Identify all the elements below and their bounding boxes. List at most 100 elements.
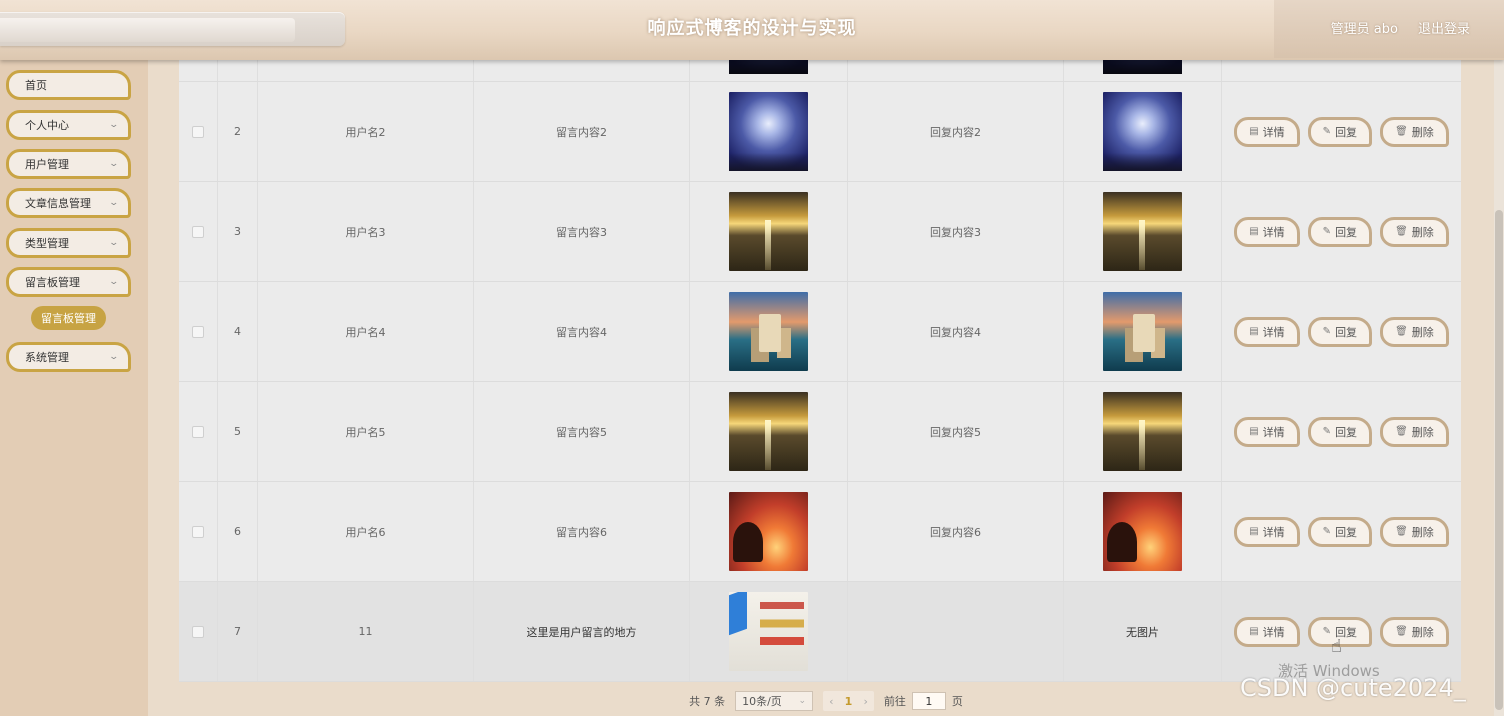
detail-button[interactable]: ▤ 详情 bbox=[1234, 616, 1300, 647]
delete-button[interactable]: 🗑 删除 bbox=[1380, 616, 1449, 647]
page-navigator: ‹ 1 › bbox=[823, 691, 874, 711]
table-row: 3 用户名3 留言内容3 回复内容3 ▤ 详情 ✎ 回复 🗑 删除 bbox=[179, 182, 1461, 282]
chevron-down-icon: ⌄ bbox=[108, 277, 120, 287]
detail-button[interactable]: ▤ 详情 bbox=[1234, 416, 1300, 447]
table-row: 2 用户名2 留言内容2 回复内容2 ▤ 详情 ✎ 回复 🗑 删除 bbox=[179, 82, 1461, 182]
message-image[interactable] bbox=[729, 392, 808, 471]
message-image[interactable] bbox=[729, 592, 808, 671]
scrollbar[interactable] bbox=[1494, 60, 1504, 716]
reply-button[interactable]: ✎ 回复 bbox=[1307, 416, 1373, 447]
table-row: 7 11 这里是用户留言的地方 无图片 ▤ 详情 ✎ 回复 🗑 删除 bbox=[179, 582, 1461, 682]
page-jump-input[interactable] bbox=[911, 692, 946, 710]
delete-button[interactable]: 🗑 删除 bbox=[1380, 416, 1449, 447]
row-index: 7 bbox=[218, 582, 258, 681]
row-reply: 回复内容5 bbox=[848, 382, 1064, 481]
scrollbar-thumb[interactable] bbox=[1495, 210, 1503, 710]
row-checkbox[interactable] bbox=[192, 325, 204, 338]
row-username: 用户名4 bbox=[258, 282, 474, 381]
row-index: 4 bbox=[218, 282, 258, 381]
csdn-watermark: CSDN @cute2024_ bbox=[1240, 674, 1466, 702]
trash-icon: 🗑 bbox=[1395, 426, 1408, 437]
edit-icon: ✎ bbox=[1322, 526, 1332, 537]
sidebar-item-label: 文章信息管理 bbox=[25, 197, 91, 210]
sidebar-item-label: 个人中心 bbox=[25, 119, 69, 132]
logout-link[interactable]: 退出登录 bbox=[1418, 18, 1470, 37]
sidebar-item-message-board[interactable]: 留言板管理 ⌄ bbox=[6, 267, 131, 297]
table-row: 5 用户名5 留言内容5 回复内容5 ▤ 详情 ✎ 回复 🗑 删除 bbox=[179, 382, 1461, 482]
row-username: 用户名2 bbox=[258, 82, 474, 181]
submenu-item-message-board-management[interactable]: 留言板管理 bbox=[31, 306, 106, 330]
chevron-down-icon: ⌄ bbox=[108, 120, 120, 130]
row-message: 留言内容5 bbox=[474, 382, 690, 481]
page-size-select[interactable]: 10条/页 ⌄ bbox=[735, 691, 814, 711]
detail-button[interactable]: ▤ 详情 bbox=[1234, 316, 1300, 347]
reply-image[interactable] bbox=[1103, 192, 1182, 271]
chevron-down-icon: ⌄ bbox=[108, 238, 120, 248]
row-checkbox[interactable] bbox=[192, 525, 204, 538]
row-username: 用户名6 bbox=[258, 482, 474, 581]
row-username: 用户名3 bbox=[258, 182, 474, 281]
trash-icon: 🗑 bbox=[1395, 126, 1408, 137]
row-message: 留言内容4 bbox=[474, 282, 690, 381]
trash-icon: 🗑 bbox=[1395, 326, 1408, 337]
delete-button[interactable]: 🗑 删除 bbox=[1380, 116, 1449, 147]
main-content: 2 用户名2 留言内容2 回复内容2 ▤ 详情 ✎ 回复 🗑 删除 3 用户名3 留言… bbox=[148, 50, 1504, 716]
next-page-icon[interactable]: › bbox=[864, 695, 868, 708]
document-icon: ▤ bbox=[1249, 626, 1259, 637]
row-message: 留言内容3 bbox=[474, 182, 690, 281]
chevron-down-icon: ⌄ bbox=[798, 696, 807, 706]
prev-page-icon[interactable]: ‹ bbox=[829, 695, 833, 708]
row-index: 2 bbox=[218, 82, 258, 181]
sidebar-item-article-management[interactable]: 文章信息管理 ⌄ bbox=[6, 188, 131, 218]
sidebar-item-label: 留言板管理 bbox=[25, 276, 80, 289]
reply-image[interactable] bbox=[1103, 292, 1182, 371]
message-image[interactable] bbox=[729, 92, 808, 171]
detail-button[interactable]: ▤ 详情 bbox=[1234, 216, 1300, 247]
reply-image[interactable] bbox=[1103, 492, 1182, 571]
delete-button[interactable]: 🗑 删除 bbox=[1380, 216, 1449, 247]
edit-icon: ✎ bbox=[1322, 226, 1332, 237]
edit-icon: ✎ bbox=[1322, 126, 1332, 137]
row-reply: 回复内容6 bbox=[848, 482, 1064, 581]
document-icon: ▤ bbox=[1249, 526, 1259, 537]
sidebar-item-system-management[interactable]: 系统管理 ⌄ bbox=[6, 342, 131, 372]
sidebar: 首页 个人中心 ⌄ 用户管理 ⌄ 文章信息管理 ⌄ 类型管理 ⌄ 留言板管理 ⌄… bbox=[0, 60, 148, 716]
sidebar-item-user-management[interactable]: 用户管理 ⌄ bbox=[6, 149, 131, 179]
reply-button[interactable]: ✎ 回复 bbox=[1307, 116, 1373, 147]
reply-button[interactable]: ✎ 回复 bbox=[1307, 316, 1373, 347]
sidebar-item-type-management[interactable]: 类型管理 ⌄ bbox=[6, 228, 131, 258]
sidebar-item-home[interactable]: 首页 bbox=[6, 70, 131, 100]
reply-image[interactable] bbox=[1103, 392, 1182, 471]
row-checkbox[interactable] bbox=[192, 125, 204, 138]
reply-button[interactable]: ✎ 回复 bbox=[1307, 516, 1373, 547]
page-jump: 前往 页 bbox=[884, 692, 963, 710]
admin-user-link[interactable]: 管理员 abo bbox=[1331, 18, 1398, 37]
row-reply: 回复内容3 bbox=[848, 182, 1064, 281]
detail-button[interactable]: ▤ 详情 bbox=[1234, 516, 1300, 547]
sidebar-item-label: 系统管理 bbox=[25, 351, 69, 364]
document-icon: ▤ bbox=[1249, 226, 1259, 237]
row-reply: 回复内容4 bbox=[848, 282, 1064, 381]
trash-icon: 🗑 bbox=[1395, 526, 1408, 537]
site-title: 响应式博客的设计与实现 bbox=[647, 18, 857, 39]
reply-image[interactable] bbox=[1103, 92, 1182, 171]
row-checkbox[interactable] bbox=[192, 425, 204, 438]
message-image[interactable] bbox=[729, 292, 808, 371]
reply-button[interactable]: ✎ 回复 bbox=[1307, 216, 1373, 247]
page-number[interactable]: 1 bbox=[838, 695, 860, 708]
chevron-down-icon: ⌄ bbox=[108, 352, 120, 362]
row-checkbox[interactable] bbox=[192, 625, 204, 638]
top-header: 响应式博客的设计与实现 管理员 abo 退出登录 bbox=[0, 0, 1504, 60]
total-count: 共 7 条 bbox=[689, 695, 726, 708]
reply-button[interactable]: ✎ 回复 bbox=[1307, 616, 1373, 647]
detail-button[interactable]: ▤ 详情 bbox=[1234, 116, 1300, 147]
message-image[interactable] bbox=[729, 192, 808, 271]
message-image[interactable] bbox=[729, 492, 808, 571]
row-reply: 回复内容2 bbox=[848, 82, 1064, 181]
row-checkbox[interactable] bbox=[192, 225, 204, 238]
sidebar-item-personal-center[interactable]: 个人中心 ⌄ bbox=[6, 110, 131, 140]
row-index: 6 bbox=[218, 482, 258, 581]
delete-button[interactable]: 🗑 删除 bbox=[1380, 516, 1449, 547]
delete-button[interactable]: 🗑 删除 bbox=[1380, 316, 1449, 347]
row-index: 5 bbox=[218, 382, 258, 481]
